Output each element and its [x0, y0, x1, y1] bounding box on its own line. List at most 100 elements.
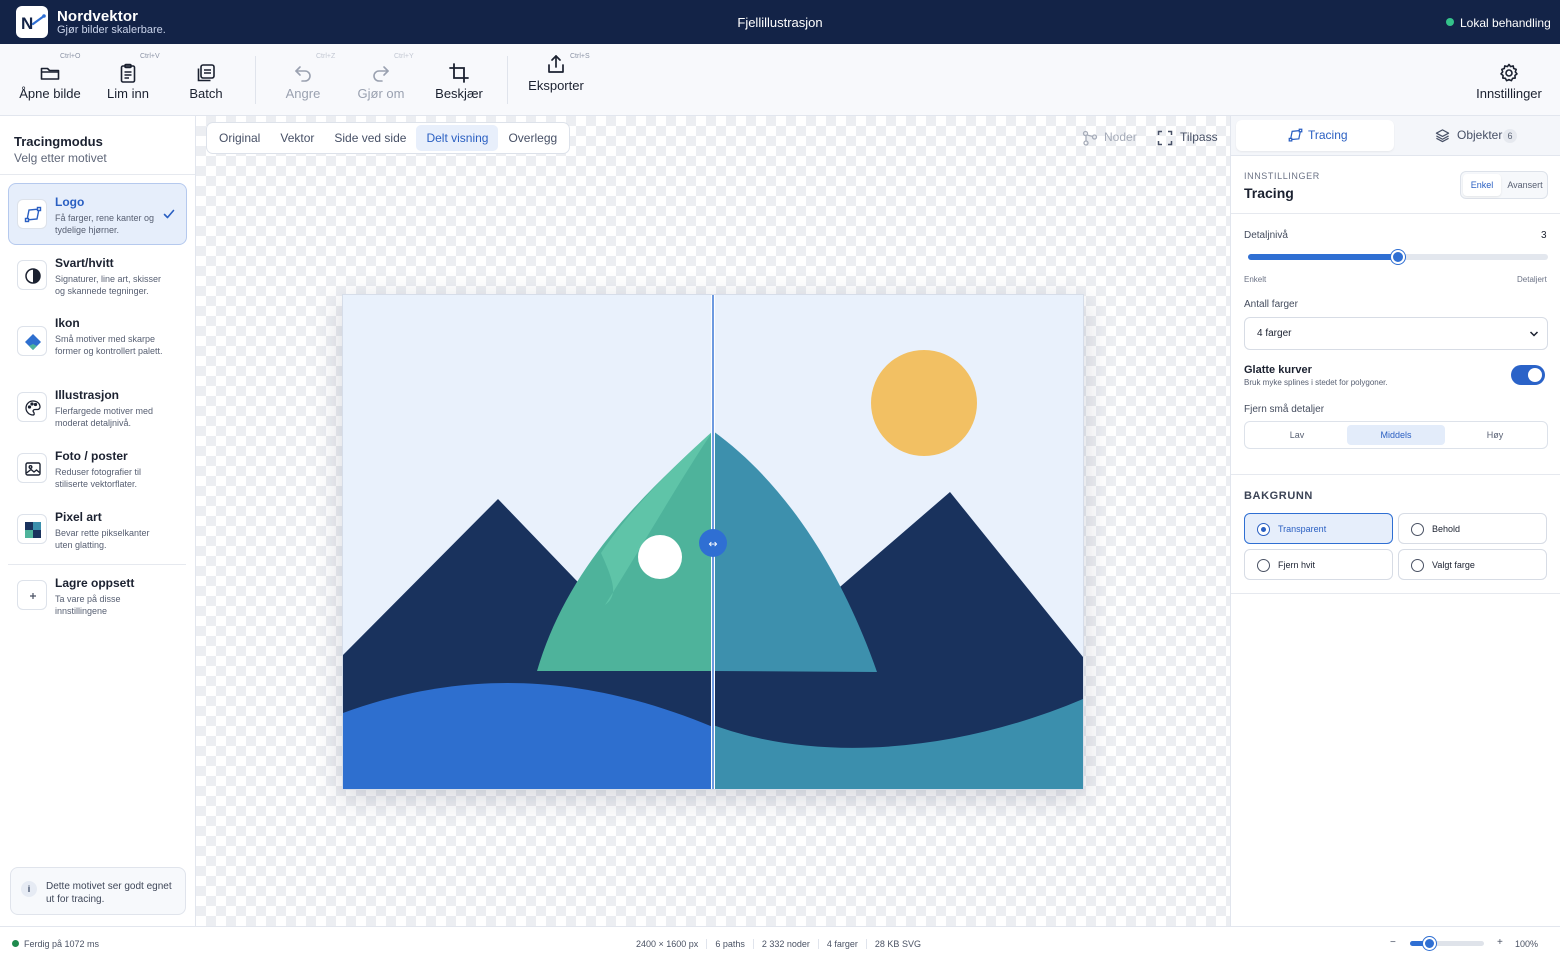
- undo-button[interactable]: Ctrl+Z Angre: [272, 44, 336, 116]
- radio-label: Transparent: [1278, 524, 1327, 534]
- divider: [0, 174, 195, 175]
- tab-original[interactable]: Original: [209, 125, 270, 151]
- smooth-toggle[interactable]: [1511, 365, 1545, 385]
- divider: [1231, 213, 1560, 214]
- mode-pixel-art[interactable]: Pixel art Bevar rette pikselkanter uten …: [8, 498, 187, 560]
- paste-button[interactable]: Ctrl+V Lim inn: [98, 44, 160, 116]
- mode-black-white[interactable]: Svart/hvitt Signaturer, line art, skisse…: [8, 244, 187, 306]
- toggle-simple[interactable]: Enkel: [1463, 174, 1501, 196]
- smooth-description: Bruk myke splines i stedet for polygoner…: [1244, 378, 1388, 387]
- remove-details-label: Fjern små detaljer: [1244, 404, 1325, 415]
- open-image-button[interactable]: Ctrl+O Åpne bilde: [14, 44, 86, 116]
- bg-chosen-color-option[interactable]: Valgt farge: [1398, 549, 1547, 580]
- colors-select[interactable]: 4 farger: [1244, 317, 1548, 350]
- colors-label: Antall farger: [1244, 299, 1298, 310]
- undo-label: Angre: [285, 86, 321, 101]
- toolbar-divider: [255, 56, 256, 104]
- option-medium[interactable]: Middels: [1347, 425, 1445, 445]
- info-icon: i: [21, 881, 37, 897]
- tab-overlay[interactable]: Overlegg: [498, 125, 567, 151]
- mode-toggle: Enkel Avansert: [1460, 171, 1548, 199]
- nodes-icon: [1082, 130, 1098, 146]
- image-icon: [17, 453, 47, 483]
- undo-icon: [292, 62, 314, 84]
- panel-title: Tracingmodus: [14, 134, 103, 149]
- mode-photo-poster[interactable]: Foto / poster Reduser fotografier til st…: [8, 437, 187, 499]
- zoom-in-button[interactable]: +: [1497, 937, 1503, 948]
- bg-remove-white-option[interactable]: Fjern hvit: [1244, 549, 1393, 580]
- option-low[interactable]: Lav: [1248, 425, 1346, 445]
- tab-vector[interactable]: Vektor: [270, 125, 324, 151]
- palette-icon: [17, 392, 47, 422]
- mode-description: Bevar rette pikselkanter uten glatting.: [55, 528, 150, 550]
- batch-label: Batch: [189, 86, 223, 101]
- radio-dot: [1257, 559, 1270, 572]
- tip-text: Dette motivet ser godt egnet ut for trac…: [46, 881, 172, 905]
- batch-button[interactable]: Batch: [178, 44, 234, 116]
- redo-button[interactable]: Ctrl+Y Gjør om: [350, 44, 414, 116]
- file-stats: 2400 × 1600 px 6 paths 2 332 noder 4 far…: [636, 939, 929, 949]
- chevron-down-icon: [1529, 331, 1539, 337]
- radio-label: Behold: [1432, 524, 1461, 534]
- tab-split-view[interactable]: Delt visning: [416, 125, 499, 151]
- tab-objects[interactable]: Objekter 6: [1399, 120, 1557, 151]
- option-high[interactable]: Høy: [1446, 425, 1544, 445]
- contrast-icon: [17, 260, 47, 290]
- export-icon: [545, 53, 567, 75]
- done-indicator: [12, 940, 19, 947]
- mode-name: Pixel art: [55, 510, 102, 524]
- artwork-preview[interactable]: ↔: [342, 294, 1084, 790]
- mode-description: Flerfargede motiver med moderat detaljni…: [55, 406, 154, 428]
- save-preset-button[interactable]: Lagre oppsett Ta vare på disse innstilli…: [8, 564, 187, 626]
- app-tagline: Gjør bilder skalerbare.: [57, 24, 166, 36]
- radio-dot: [1411, 559, 1424, 572]
- crop-label: Beskjær: [435, 86, 483, 101]
- radio-dot: [1257, 523, 1270, 536]
- stat-size: 28 KB SVG: [865, 939, 929, 949]
- zoom-out-button[interactable]: −: [1390, 937, 1396, 948]
- undo-shortcut: Ctrl+Z: [316, 53, 336, 60]
- bg-keep-option[interactable]: Behold: [1398, 513, 1547, 544]
- toggle-advanced[interactable]: Avansert: [1503, 174, 1547, 196]
- panel-subtitle: Velg etter motivet: [14, 151, 107, 165]
- mode-icon[interactable]: Ikon Små motiver med skarpe former og ko…: [8, 304, 187, 376]
- tracing-icon: [1288, 128, 1303, 142]
- zoom-thumb[interactable]: [1422, 937, 1436, 950]
- mode-name: Illustrasjon: [55, 388, 120, 402]
- fit-button[interactable]: Tilpass: [1157, 130, 1218, 146]
- sun-circle: [871, 350, 977, 456]
- split-handle[interactable]: ↔: [699, 529, 727, 557]
- export-label: Eksporter: [528, 78, 584, 93]
- mode-illustration[interactable]: Illustrasjon Flerfargede motiver med mod…: [8, 376, 187, 438]
- info-tip: i Dette motivet ser godt egnet ut for tr…: [10, 867, 186, 915]
- folder-icon: [39, 62, 61, 84]
- crop-button[interactable]: Beskjær: [430, 44, 488, 116]
- nodes-button[interactable]: Noder: [1082, 130, 1137, 146]
- split-handle-icon: ↔: [708, 538, 717, 551]
- status-indicator: [1446, 18, 1454, 26]
- canvas-area: Original Vektor Side ved side Delt visni…: [196, 116, 1230, 926]
- zoom-slider[interactable]: [1410, 937, 1484, 950]
- toggle-knob: [1528, 368, 1542, 382]
- mode-name: Svart/hvitt: [55, 256, 114, 270]
- svg-text:N: N: [21, 14, 33, 33]
- mode-logo[interactable]: Logo Få farger, rene kanter og tydelige …: [8, 183, 187, 245]
- export-shortcut: Ctrl+S: [570, 53, 590, 60]
- mode-description: Få farger, rene kanter og tydelige hjørn…: [55, 213, 155, 235]
- split-view-artwork: ↔: [343, 295, 1083, 789]
- processing-status: Lokal behandling: [1460, 16, 1551, 30]
- slider-thumb[interactable]: [1391, 250, 1405, 264]
- slider-fill: [1248, 254, 1398, 260]
- check-icon: [162, 207, 176, 226]
- bg-transparent-option[interactable]: Transparent: [1244, 513, 1393, 544]
- moon-circle: [638, 535, 682, 579]
- redo-label: Gjør om: [357, 86, 405, 101]
- detail-min-label: Enkelt: [1244, 275, 1267, 284]
- tab-tracing[interactable]: Tracing: [1236, 120, 1394, 151]
- export-button[interactable]: Ctrl+S Eksporter: [526, 44, 589, 116]
- settings-button[interactable]: Innstillinger: [1472, 44, 1546, 116]
- detail-slider[interactable]: [1248, 250, 1548, 264]
- document-title: Fjellillustrasjon: [737, 15, 823, 30]
- fit-icon: [1157, 130, 1173, 146]
- tab-side-by-side[interactable]: Side ved side: [324, 125, 416, 151]
